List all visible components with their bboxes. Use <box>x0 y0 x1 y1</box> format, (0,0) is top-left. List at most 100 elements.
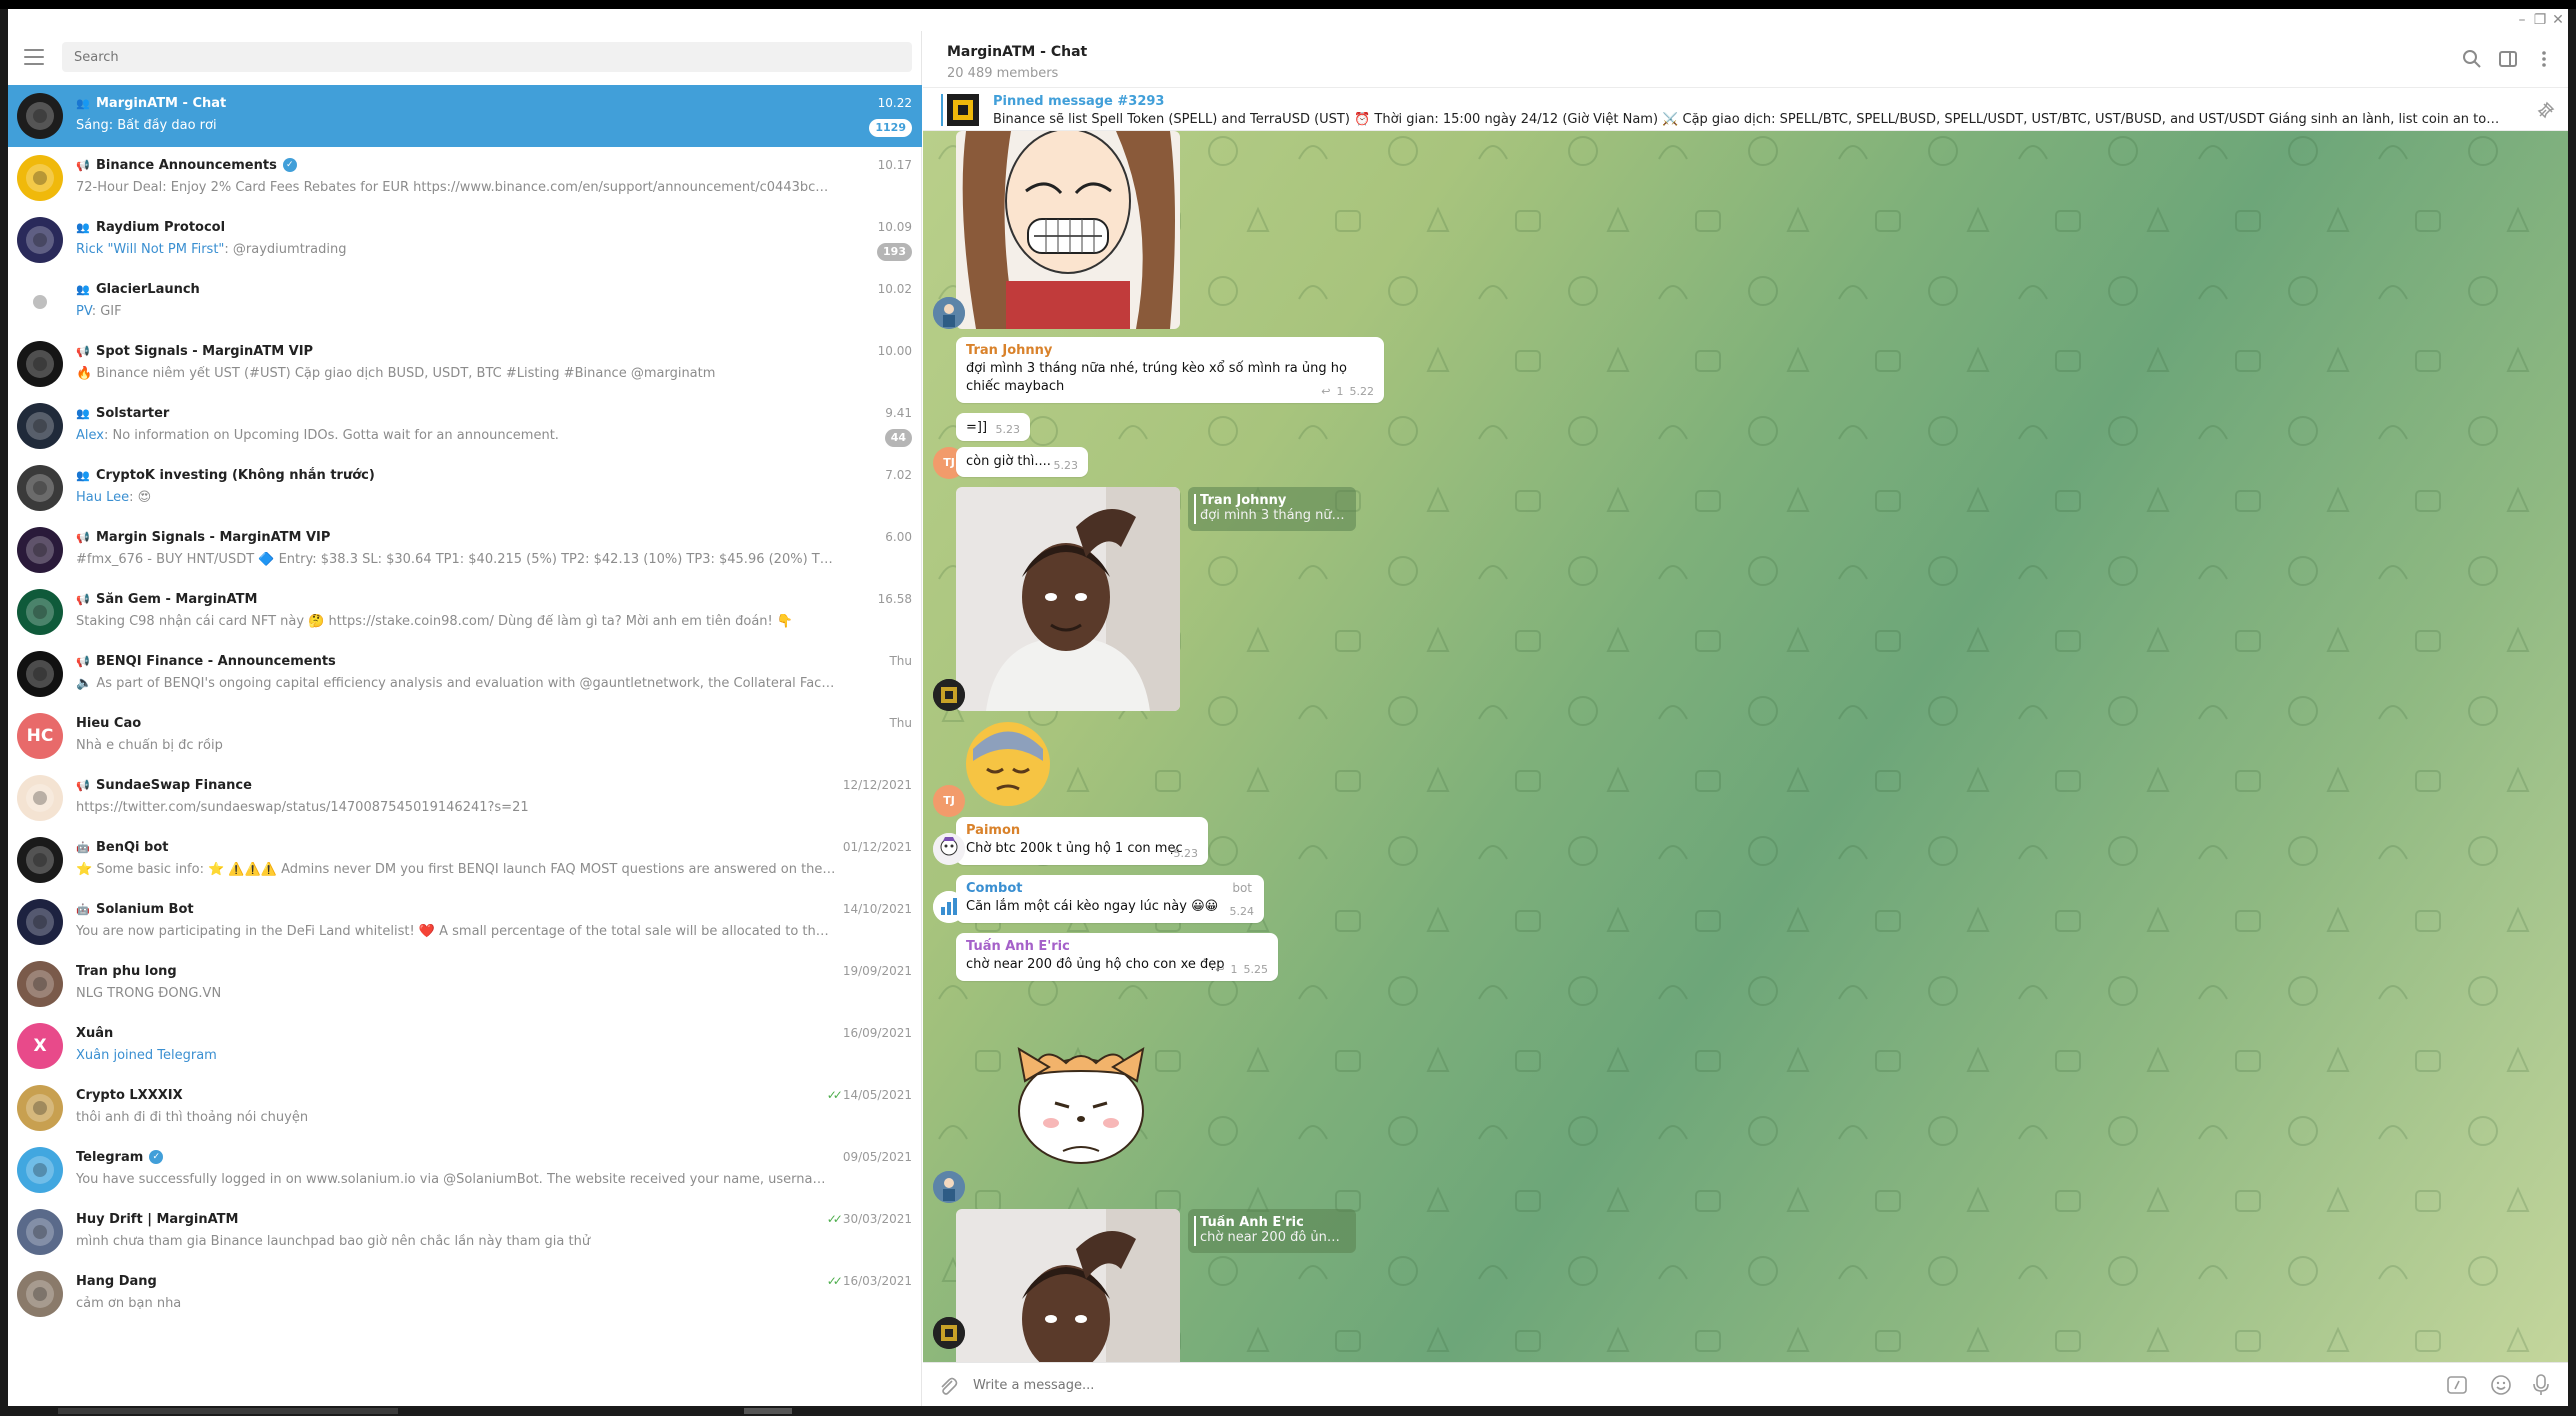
message-input[interactable] <box>973 1375 2273 1395</box>
preview-text: : GIF <box>91 304 122 319</box>
chat-list-item[interactable]: 🤖 Solanium Bot 14/10/2021 You are now parti… <box>8 891 922 953</box>
microphone-icon[interactable] <box>2530 1373 2552 1397</box>
avatar[interactable] <box>933 891 965 923</box>
reply-arrow-icon[interactable]: ↩ <box>1321 385 1330 398</box>
avatar <box>17 465 63 511</box>
preview-text: 72-Hour Deal: Enjoy 2% Card Fees Rebates… <box>76 180 836 195</box>
reply-preview[interactable]: Tran Johnny đợi mình 3 tháng nữa ... <box>1188 487 1356 531</box>
chat-time: ✓✓ 14/05/2021 <box>827 1088 912 1102</box>
chat-name: Solstarter <box>96 405 170 421</box>
chat-list-item[interactable]: 👥 CryptoK investing (Không nhắn trước) 7.0… <box>8 457 922 519</box>
chat-list-item[interactable]: 👥 Solstarter 9.41 Alex: No information on U… <box>8 395 922 457</box>
close-window-icon[interactable]: ✕ <box>2548 11 2568 29</box>
chat-list-item[interactable]: HC Hieu Cao Thu Nhà e chuẩn bị đc rồip <box>8 705 922 767</box>
chat-list-item[interactable]: 🤖 BenQi bot 01/12/2021 ⭐ Some basic info: ⭐… <box>8 829 922 891</box>
chat-list-item[interactable]: 👥 MarginATM - Chat 10.22 Sáng: Bất đầy dao … <box>8 85 922 147</box>
conversation-panel: MarginATM - Chat 20 489 members Pinned m… <box>923 31 2568 1406</box>
emoji-icon[interactable] <box>2490 1374 2512 1396</box>
chat-time: 19/09/2021 <box>843 964 912 978</box>
chat-list-item[interactable]: 📢 Spot Signals - MarginATM VIP 10.00 🔥 Bina… <box>8 333 922 395</box>
chat-list-item[interactable]: X Xuân 16/09/2021 Xuân joined Telegram <box>8 1015 922 1077</box>
chat-list-item[interactable]: 📢 SundaeSwap Finance 12/12/2021 https://twi… <box>8 767 922 829</box>
avatar <box>17 279 63 325</box>
preview-text: : 😍 <box>129 490 152 505</box>
message-sender[interactable]: Tuấn Anh E'ric <box>966 939 1268 954</box>
chat-time: 10.09 <box>878 220 912 234</box>
chat-timestamp: 16.58 <box>877 592 912 606</box>
photo-message[interactable] <box>956 1209 1180 1362</box>
conversation-header[interactable]: MarginATM - Chat 20 489 members <box>923 31 2568 87</box>
hamburger-menu-icon[interactable] <box>24 49 44 65</box>
chat-list-item[interactable]: 👥 Raydium Protocol 10.09 Rick "Will Not PM … <box>8 209 922 271</box>
reply-preview[interactable]: Tuấn Anh E'ric chờ near 200 đô ủng h... <box>1188 1209 1356 1253</box>
message-bubble[interactable]: Tran Johnny đợi mình 3 tháng nữa nhé, tr… <box>956 337 1384 403</box>
chat-name: Raydium Protocol <box>96 219 226 235</box>
unpin-icon[interactable] <box>2536 100 2556 120</box>
chat-list-item[interactable]: Telegram ✓ 09/05/2021 You have successfully… <box>8 1139 922 1201</box>
chat-name: Crypto LXXXIX <box>76 1087 183 1103</box>
avatar[interactable] <box>933 1317 965 1349</box>
message-sender[interactable]: Tran Johnny <box>966 343 1374 358</box>
chat-title: Xuân <box>76 1024 113 1042</box>
chat-title: Tran phu long <box>76 962 177 980</box>
message-sender[interactable]: Combot <box>966 881 1254 896</box>
bot-commands-icon[interactable] <box>2446 1374 2468 1396</box>
chat-time: Thu <box>889 716 912 730</box>
chat-name: Margin Signals - MarginATM VIP <box>96 529 331 545</box>
emoji-sticker[interactable] <box>963 719 1053 809</box>
chat-list-item[interactable]: 📢 Binance Announcements ✓ 10.17 72-Hour Deal… <box>8 147 922 209</box>
chat-list-item[interactable]: Huy Drift | MarginATM ✓✓ 30/03/2021 mình ch… <box>8 1201 922 1263</box>
avatar[interactable] <box>933 297 965 329</box>
message-area[interactable]: Tran Johnny đợi mình 3 tháng nữa nhé, tr… <box>923 131 2568 1362</box>
message-bubble[interactable]: =]] 5.23 <box>956 413 1030 441</box>
chat-timestamp: 19/09/2021 <box>842 964 912 978</box>
message-bubble[interactable]: còn giờ thì.... 5.23 <box>956 447 1088 477</box>
chat-list-item[interactable]: Hang Dang ✓✓ 16/03/2021 cảm ơn bạn nha <box>8 1263 922 1325</box>
chat-name: SundaeSwap Finance <box>96 777 252 793</box>
avatar[interactable] <box>933 679 965 711</box>
attach-icon[interactable] <box>937 1375 959 1397</box>
photo-message[interactable] <box>956 487 1180 711</box>
search-icon[interactable] <box>2460 47 2484 71</box>
member-count: 20 489 members <box>947 66 1059 81</box>
avatar[interactable] <box>933 833 965 865</box>
chat-list-item[interactable]: Tran phu long 19/09/2021 NLG TRỐNG ĐỒNG.VN <box>8 953 922 1015</box>
chat-title: 🤖 Solanium Bot <box>76 900 193 918</box>
search-input[interactable] <box>62 42 912 72</box>
sidebar-toggle-icon[interactable] <box>2496 47 2520 71</box>
chat-list-item[interactable]: 👥 GlacierLaunch 10.02 PV: GIF <box>8 271 922 333</box>
chat-timestamp: 30/03/2021 <box>842 1212 912 1226</box>
avatar <box>17 1271 63 1317</box>
cat-sticker[interactable] <box>1011 1031 1151 1171</box>
restore-icon[interactable]: ❐ <box>2530 11 2550 29</box>
message-bubble[interactable]: Paimon Chờ btc 200k t ủng hộ 1 con mẹc 5… <box>956 817 1208 865</box>
reply-arrow-icon[interactable]: ↩ <box>1215 963 1224 976</box>
avatar[interactable] <box>933 1171 965 1203</box>
conversation-title[interactable]: MarginATM - Chat <box>947 44 1087 60</box>
avatar[interactable]: TJ <box>933 785 965 817</box>
meme-sticker-image[interactable] <box>956 131 1180 329</box>
chat-list-item[interactable]: 📢 Săn Gem - MarginATM 16.58 Staking C98 nhậ… <box>8 581 922 643</box>
chat-list-item[interactable]: Crypto LXXXIX ✓✓ 14/05/2021 thôi anh đi đi … <box>8 1077 922 1139</box>
window-titlebar: – ❐ ✕ <box>8 9 2568 31</box>
chat-time: 10.22 <box>878 96 912 110</box>
chat-timestamp: 6.00 <box>885 530 912 544</box>
more-options-icon[interactable] <box>2532 47 2556 71</box>
message-bubble[interactable]: Combot bot Căn lắm một cái kèo ngay lúc … <box>956 875 1264 923</box>
chat-list-item[interactable]: 📢 Margin Signals - MarginATM VIP 6.00 #fmx_… <box>8 519 922 581</box>
chat-list-item[interactable]: 📢 BENQI Finance - Announcements Thu 🔈 As pa… <box>8 643 922 705</box>
message-bubble[interactable]: Tuấn Anh E'ric chờ near 200 đô ủng hộ ch… <box>956 933 1278 981</box>
message-sender[interactable]: Paimon <box>966 823 1198 838</box>
avatar <box>17 93 63 139</box>
chat-title: 👥 Raydium Protocol <box>76 218 225 236</box>
channel-icon: 📢 <box>76 344 90 358</box>
minimize-icon[interactable]: – <box>2512 11 2532 29</box>
chat-name: MarginATM - Chat <box>96 95 227 111</box>
telegram-window: – ❐ ✕ 👥 MarginATM - Chat 10.22 Sáng: Bất đầ… <box>8 9 2568 1406</box>
pinned-message-bar[interactable]: Pinned message #3293 Binance sẽ list Spe… <box>923 87 2568 131</box>
chat-name: Telegram <box>76 1149 144 1165</box>
chat-time: 10.02 <box>878 282 912 296</box>
chat-title: Hieu Cao <box>76 714 141 732</box>
chat-time: 16.58 <box>878 592 912 606</box>
preview-text: Sáng: Bất đầy dao rơi <box>76 118 217 133</box>
